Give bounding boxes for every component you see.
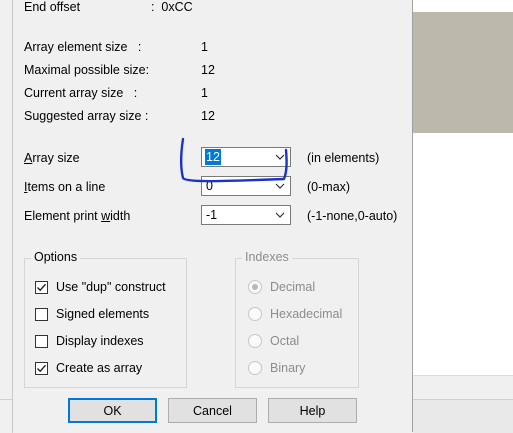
radio-selected-dot <box>252 284 258 290</box>
create-as-array-label[interactable]: Create as array <box>56 361 142 375</box>
suggested-size-value: 12 <box>201 109 215 123</box>
indexes-group-title: Indexes <box>242 250 292 264</box>
background-window-top <box>413 0 513 12</box>
binary-radio[interactable] <box>248 361 262 375</box>
end-offset-label: End offset <box>24 0 81 14</box>
element-print-width-unit: (-1-none,0-auto) <box>307 209 398 223</box>
items-on-line-value[interactable]: 0 <box>206 179 213 193</box>
suggested-size-label: Suggested array size : <box>24 109 149 123</box>
help-button[interactable]: Help <box>268 398 357 423</box>
display-indexes-label[interactable]: Display indexes <box>56 334 144 348</box>
array-size-unit: (in elements) <box>307 151 380 165</box>
chevron-down-icon[interactable] <box>273 178 287 194</box>
items-on-line-combobox[interactable]: 0 <box>201 176 291 196</box>
element-print-width-value[interactable]: -1 <box>206 208 217 222</box>
maximal-size-label: Maximal possible size: <box>24 63 150 77</box>
hexadecimal-label[interactable]: Hexadecimal <box>270 307 342 321</box>
decimal-label[interactable]: Decimal <box>270 280 315 294</box>
binary-label[interactable]: Binary <box>270 361 305 375</box>
current-size-value: 1 <box>201 86 208 100</box>
element-print-width-label: Element print width <box>24 209 131 223</box>
background-status-strip <box>413 399 513 433</box>
create-array-dialog: End offset : 0xCC Array element size : 1… <box>12 0 413 432</box>
chevron-down-icon[interactable] <box>273 207 287 223</box>
array-element-size-value: 1 <box>201 40 208 54</box>
maximal-size-value: 12 <box>201 63 215 77</box>
array-size-label: Array size <box>24 151 80 165</box>
signed-elements-label[interactable]: Signed elements <box>56 307 149 321</box>
element-print-width-combobox[interactable]: -1 <box>201 205 291 225</box>
indexes-group: Indexes Decimal Hexadecimal Octal Binary <box>235 250 359 388</box>
octal-label[interactable]: Octal <box>270 334 299 348</box>
chevron-down-icon[interactable] <box>273 149 287 165</box>
cancel-button[interactable]: Cancel <box>168 398 257 423</box>
current-size-label: Current array size : <box>24 86 138 100</box>
display-indexes-checkbox[interactable] <box>35 335 48 348</box>
items-on-line-label: Items on a line <box>24 180 106 194</box>
end-offset-value: : 0xCC <box>151 0 193 14</box>
array-element-size-label: Array element size : <box>24 40 142 54</box>
use-dup-label[interactable]: Use "dup" construct <box>56 280 166 294</box>
create-as-array-checkbox[interactable] <box>35 362 48 375</box>
options-group: Options Use "dup" construct Signed eleme… <box>24 250 187 388</box>
array-size-value[interactable]: 12 <box>205 149 221 165</box>
ok-button[interactable]: OK <box>68 398 157 423</box>
items-on-line-unit: (0-max) <box>307 180 351 194</box>
hexadecimal-radio[interactable] <box>248 307 262 321</box>
array-size-combobox[interactable]: 12 <box>201 147 291 167</box>
decimal-radio[interactable] <box>248 280 262 294</box>
background-window-content <box>413 133 513 375</box>
signed-elements-checkbox[interactable] <box>35 308 48 321</box>
background-window-band <box>413 12 513 133</box>
use-dup-checkbox[interactable] <box>35 281 48 294</box>
octal-radio[interactable] <box>248 334 262 348</box>
options-group-title: Options <box>31 250 81 264</box>
